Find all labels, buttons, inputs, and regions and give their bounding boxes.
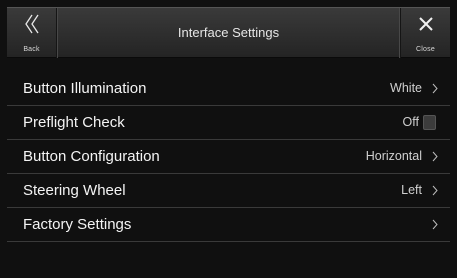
page-title: Interface Settings bbox=[177, 25, 280, 40]
setting-label: Button Illumination bbox=[23, 80, 147, 97]
chevron-right-icon bbox=[432, 83, 438, 94]
setting-value: Left bbox=[401, 183, 422, 197]
setting-value: Off bbox=[402, 115, 419, 129]
setting-row-steering-wheel[interactable]: Steering Wheel Left bbox=[7, 174, 450, 208]
close-button[interactable]: Close bbox=[400, 8, 450, 58]
setting-row-button-illumination[interactable]: Button Illumination White bbox=[7, 72, 450, 106]
toggle-switch[interactable] bbox=[423, 115, 436, 130]
setting-row-button-configuration[interactable]: Button Configuration Horizontal bbox=[7, 140, 450, 174]
close-label: Close bbox=[416, 46, 435, 53]
setting-value: White bbox=[390, 81, 422, 95]
close-x-icon bbox=[418, 17, 433, 31]
back-label: Back bbox=[23, 46, 40, 53]
setting-label: Preflight Check bbox=[23, 114, 125, 131]
chevron-right-icon bbox=[432, 185, 438, 196]
setting-label: Button Configuration bbox=[23, 148, 160, 165]
chevron-right-icon bbox=[432, 219, 438, 230]
interface-settings-screen: Back Interface Settings Close Button Ill… bbox=[0, 0, 457, 278]
header-bar: Back Interface Settings Close bbox=[7, 7, 450, 58]
setting-label: Factory Settings bbox=[23, 216, 132, 233]
back-button[interactable]: Back bbox=[7, 8, 57, 58]
settings-list: Button Illumination White Preflight Chec… bbox=[7, 72, 450, 242]
setting-row-factory-settings[interactable]: Factory Settings bbox=[7, 208, 450, 242]
double-chevron-left-icon bbox=[24, 14, 39, 34]
chevron-right-icon bbox=[432, 151, 438, 162]
setting-label: Steering Wheel bbox=[23, 182, 126, 199]
setting-value: Horizontal bbox=[365, 149, 422, 163]
setting-row-preflight-check[interactable]: Preflight Check Off bbox=[7, 106, 450, 140]
